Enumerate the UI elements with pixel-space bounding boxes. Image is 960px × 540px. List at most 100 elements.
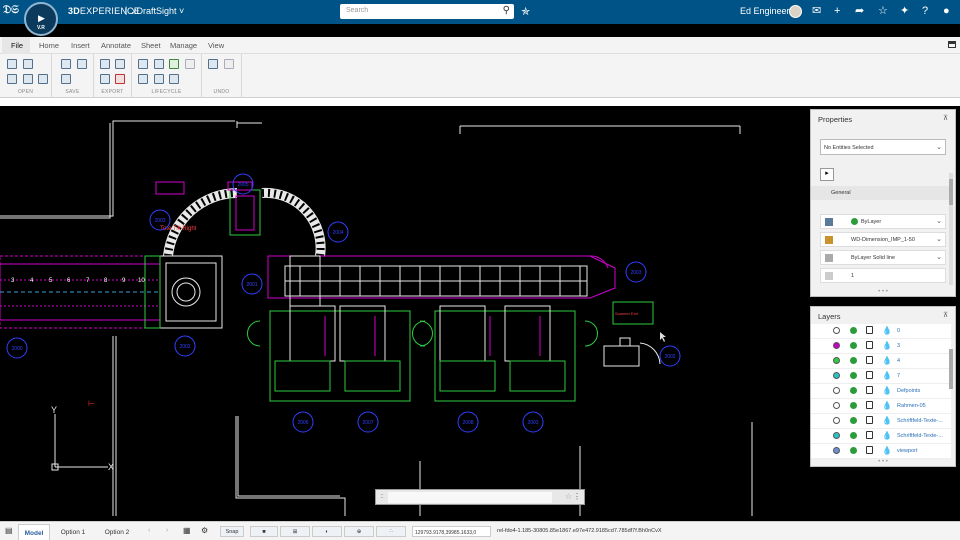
open-revision-icon[interactable] bbox=[23, 74, 33, 84]
layer-color-swatch[interactable] bbox=[833, 402, 840, 409]
layer-color-swatch[interactable] bbox=[833, 417, 840, 424]
layer-row[interactable]: 💧 7 bbox=[811, 369, 951, 384]
layer-row[interactable]: 💧 viewport bbox=[811, 444, 951, 459]
print-icon[interactable]: 💧 bbox=[882, 341, 892, 350]
collapse-icon[interactable]: ⊼ bbox=[940, 113, 951, 124]
resize-handle[interactable]: • • • bbox=[811, 459, 955, 465]
ds-logo-icon[interactable]: 𝔇𝔖 bbox=[3, 4, 19, 17]
layer-color-swatch[interactable] bbox=[833, 342, 840, 349]
share-icon[interactable]: ✉ bbox=[812, 4, 821, 18]
export-icon[interactable] bbox=[100, 59, 110, 69]
export-image-icon[interactable] bbox=[115, 59, 125, 69]
selection-dropdown[interactable]: No Entities Selected ⌄ bbox=[820, 139, 946, 155]
polar-toggle[interactable]: ◐ bbox=[312, 526, 342, 537]
tab-manage[interactable]: Manage bbox=[170, 41, 197, 50]
user-name[interactable]: Ed Engineer bbox=[740, 6, 790, 16]
network-icon[interactable]: ☆ bbox=[878, 4, 888, 18]
print-icon[interactable]: 💧 bbox=[882, 431, 892, 440]
save-as-icon[interactable] bbox=[77, 59, 87, 69]
command-input[interactable] bbox=[388, 492, 552, 503]
print-icon[interactable]: 💧 bbox=[882, 401, 892, 410]
chevron-left-icon[interactable]: ‹ bbox=[148, 527, 150, 534]
layer-row[interactable]: 💧 3 bbox=[811, 339, 951, 354]
layer-row[interactable]: 💧 4 bbox=[811, 354, 951, 369]
tab-view[interactable]: View bbox=[208, 41, 224, 50]
structure-icon[interactable] bbox=[138, 74, 148, 84]
lock-icon[interactable] bbox=[866, 446, 873, 454]
save-all-icon[interactable] bbox=[61, 74, 71, 84]
open-recent-icon[interactable] bbox=[23, 59, 33, 69]
lock-icon[interactable] bbox=[866, 431, 873, 439]
export-pdf-icon[interactable] bbox=[100, 74, 110, 84]
layer-row[interactable]: 💧 Defpoints bbox=[811, 384, 951, 399]
layer-visible-icon[interactable] bbox=[850, 387, 857, 394]
lock-icon[interactable] bbox=[866, 341, 873, 349]
resize-handle[interactable]: • • • bbox=[811, 289, 955, 295]
tab-option-1[interactable]: Option 1 bbox=[52, 524, 94, 540]
compass-icon[interactable]: ▶ V.R bbox=[24, 2, 58, 36]
layer-visible-icon[interactable] bbox=[850, 402, 857, 409]
layer-visible-icon[interactable] bbox=[850, 447, 857, 454]
approve-icon[interactable] bbox=[169, 59, 179, 69]
snap-button[interactable]: Snap bbox=[220, 526, 244, 537]
layer-visible-icon[interactable] bbox=[850, 327, 857, 334]
add-icon[interactable]: + bbox=[834, 4, 840, 18]
print-icon[interactable]: 💧 bbox=[882, 371, 892, 380]
save-icon[interactable] bbox=[61, 59, 71, 69]
tab-model[interactable]: Model bbox=[18, 524, 50, 540]
layer-row[interactable]: 💧 Schriftfeld-Texte-... bbox=[811, 414, 951, 429]
tab-file[interactable]: File bbox=[11, 41, 23, 50]
lock-icon[interactable] bbox=[866, 326, 873, 334]
layer-color-swatch[interactable] bbox=[833, 432, 840, 439]
layer-color-swatch[interactable] bbox=[833, 372, 840, 379]
export-red-icon[interactable] bbox=[115, 74, 125, 84]
app-switcher[interactable]: xDraftSight ˅ bbox=[132, 6, 184, 16]
open-icon[interactable] bbox=[7, 59, 17, 69]
share-arrow-icon[interactable]: ➦ bbox=[855, 4, 864, 18]
tab-insert[interactable]: Insert bbox=[71, 41, 90, 50]
select-objects-button[interactable]: ▸ bbox=[820, 168, 834, 181]
etrack-toggle[interactable]: ∴ bbox=[376, 526, 406, 537]
new-drawing-icon[interactable] bbox=[7, 74, 17, 84]
lock-icon[interactable] bbox=[866, 401, 873, 409]
help-icon[interactable]: ? bbox=[922, 4, 928, 18]
hierarchy-icon[interactable] bbox=[169, 74, 179, 84]
tab-option-2[interactable]: Option 2 bbox=[96, 524, 138, 540]
linescale-property[interactable]: 1 bbox=[820, 268, 946, 283]
properties-scrollbar[interactable] bbox=[949, 173, 953, 285]
lock-icon[interactable] bbox=[866, 416, 873, 424]
layer-color-swatch[interactable] bbox=[833, 387, 840, 394]
favorite-icon[interactable]: ☆ bbox=[565, 492, 572, 501]
import-icon[interactable] bbox=[38, 74, 48, 84]
layout-icon[interactable]: ▦ bbox=[183, 526, 191, 535]
layer-visible-icon[interactable] bbox=[850, 372, 857, 379]
lock-icon[interactable] bbox=[866, 371, 873, 379]
layer-visible-icon[interactable] bbox=[850, 432, 857, 439]
print-icon[interactable]: 💧 bbox=[882, 386, 892, 395]
search-icon[interactable]: ⚲ bbox=[503, 5, 510, 16]
chevron-right-icon[interactable]: › bbox=[166, 527, 168, 534]
layer-color-swatch[interactable] bbox=[833, 447, 840, 454]
lock-icon[interactable] bbox=[866, 356, 873, 364]
color-property[interactable]: ByLayer ⌄ bbox=[820, 214, 946, 229]
more-icon[interactable]: ⋮ bbox=[573, 492, 581, 501]
print-icon[interactable]: 💧 bbox=[882, 326, 892, 335]
tab-sheet[interactable]: Sheet bbox=[141, 41, 161, 50]
layer-row[interactable]: 💧 Schriftfeld-Texte-... bbox=[811, 429, 951, 444]
layer-visible-icon[interactable] bbox=[850, 342, 857, 349]
tag-icon[interactable]: ✯ bbox=[521, 5, 530, 18]
lifecycle-icon[interactable] bbox=[138, 59, 148, 69]
branch-icon[interactable] bbox=[154, 74, 164, 84]
undo-icon[interactable] bbox=[208, 59, 218, 69]
revise-icon[interactable] bbox=[154, 59, 164, 69]
collapse-icon[interactable]: ⊼ bbox=[940, 310, 951, 321]
scroll-thumb[interactable] bbox=[949, 179, 953, 205]
tools-icon[interactable]: ✦ bbox=[900, 4, 909, 18]
layer-color-swatch[interactable] bbox=[833, 357, 840, 364]
print-icon[interactable]: 💧 bbox=[882, 446, 892, 455]
lock-icon[interactable] bbox=[866, 386, 873, 394]
layer-row[interactable]: 💧 Rahmen-05 bbox=[811, 399, 951, 414]
layers-scrollbar[interactable] bbox=[949, 349, 953, 389]
window-restore-icon[interactable] bbox=[948, 41, 956, 48]
redo-icon[interactable] bbox=[224, 59, 234, 69]
